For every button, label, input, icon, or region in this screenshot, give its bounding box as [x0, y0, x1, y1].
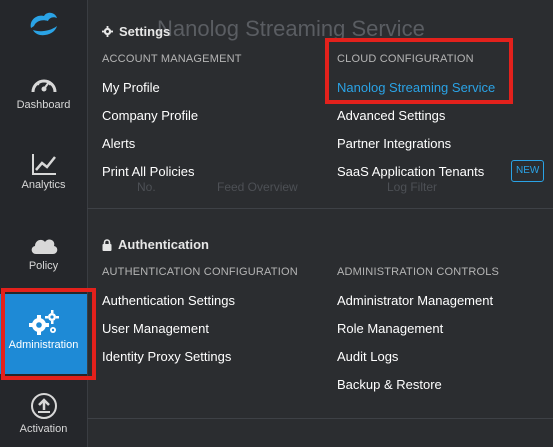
zscaler-logo-icon[interactable]	[27, 6, 61, 40]
link-user-management[interactable]: User Management	[102, 321, 209, 336]
nav-analytics[interactable]: Analytics	[0, 152, 87, 191]
link-backup-restore[interactable]: Backup & Restore	[337, 377, 442, 392]
link-alerts[interactable]: Alerts	[102, 136, 135, 151]
nav-dashboard[interactable]: Dashboard	[0, 72, 87, 111]
link-audit-logs[interactable]: Audit Logs	[337, 349, 398, 364]
line-chart-icon	[31, 154, 56, 175]
link-my-profile[interactable]: My Profile	[102, 80, 160, 95]
authentication-configuration-header: AUTHENTICATION CONFIGURATION	[102, 266, 298, 278]
new-badge: NEW	[511, 160, 545, 182]
nav-activation-label: Activation	[19, 423, 68, 435]
cloud-configuration-highlight-box	[325, 38, 513, 104]
nav-policy[interactable]: Policy	[0, 233, 87, 272]
link-identity-proxy-settings[interactable]: Identity Proxy Settings	[102, 349, 231, 364]
administration-highlight-box	[1, 288, 96, 380]
background-column-feed-overview: Feed Overview	[217, 180, 298, 194]
settings-title-text: Settings	[119, 24, 171, 39]
link-administrator-management[interactable]: Administrator Management	[337, 293, 493, 308]
nav-policy-label: Policy	[28, 260, 59, 272]
link-role-management[interactable]: Role Management	[337, 321, 443, 336]
section-divider	[87, 208, 553, 209]
lock-icon	[102, 238, 112, 251]
authentication-title-text: Authentication	[118, 237, 209, 252]
nav-activation[interactable]: Activation	[0, 392, 87, 435]
account-management-header: ACCOUNT MANAGEMENT	[102, 53, 242, 65]
nav-dashboard-label: Dashboard	[16, 99, 71, 111]
link-saas-application-tenants[interactable]: SaaS Application Tenants	[337, 164, 484, 179]
nav-analytics-label: Analytics	[21, 179, 66, 191]
link-authentication-settings[interactable]: Authentication Settings	[102, 293, 235, 308]
link-print-all-policies[interactable]: Print All Policies	[102, 164, 194, 179]
authentication-section-title: Authentication	[102, 237, 209, 252]
gauge-icon	[31, 79, 56, 93]
background-column-log-filter: Log Filter	[387, 180, 438, 194]
administration-controls-header: ADMINISTRATION CONTROLS	[337, 266, 500, 278]
background-column-no: No.	[137, 180, 156, 194]
link-advanced-settings[interactable]: Advanced Settings	[337, 108, 445, 123]
settings-section-title: Settings	[102, 24, 170, 39]
gear-icon	[102, 26, 113, 37]
bottom-divider	[87, 418, 553, 419]
upload-icon	[30, 393, 57, 419]
link-company-profile[interactable]: Company Profile	[102, 108, 198, 123]
link-partner-integrations[interactable]: Partner Integrations	[337, 136, 451, 151]
cloud-icon	[31, 239, 57, 254]
